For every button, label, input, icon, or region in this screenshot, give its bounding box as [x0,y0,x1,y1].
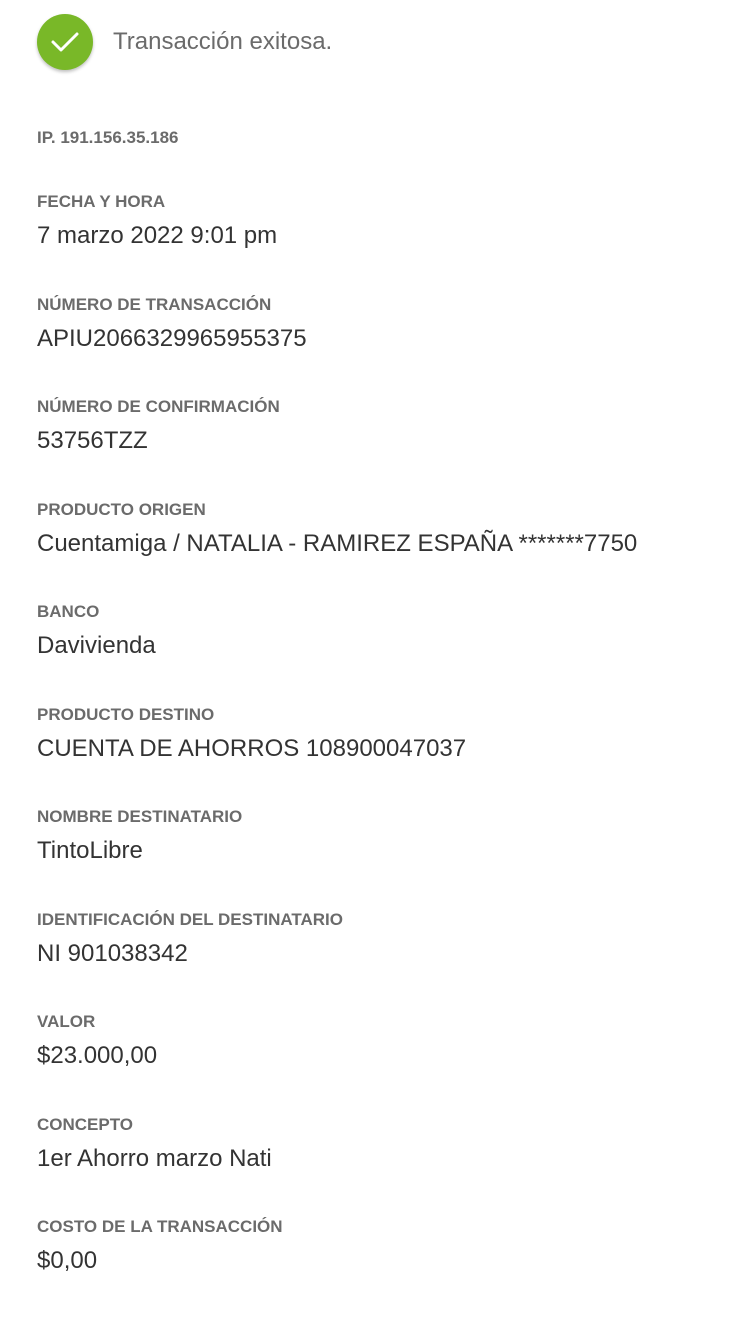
transaction-details: FECHA Y HORA 7 marzo 2022 9:01 pm NÚMERO… [37,192,737,1320]
status-message: Transacción exitosa. [113,28,333,55]
field-source-product: PRODUCTO ORIGEN Cuentamiga / NATALIA - R… [37,500,737,603]
field-value: Davivienda [37,632,156,659]
field-label: FECHA Y HORA [37,192,166,211]
field-value: NI 901038342 [37,939,188,967]
field-concept: CONCEPTO 1er Ahorro marzo Nati [37,1115,737,1218]
field-value: APIU2066329965955375 [37,324,307,352]
field-value: 7 marzo 2022 9:01 pm [37,222,278,249]
field-value: $23.000,00 [37,1042,158,1069]
field-amount: VALOR $23.000,00 [37,1012,737,1115]
field-transaction-number: NÚMERO DE TRANSACCIÓN APIU20663299659553… [37,295,737,398]
field-value: TintoLibre [37,837,143,864]
field-value: 53756TZZ [37,427,148,454]
check-icon [37,14,93,70]
field-label: VALOR [37,1012,96,1031]
field-label: NÚMERO DE TRANSACCIÓN [37,294,272,314]
field-label: PRODUCTO DESTINO [37,704,215,724]
field-label: COSTO DE LA TRANSACCIÓN [37,1217,283,1236]
field-label: CONCEPTO [37,1114,134,1134]
field-value: Cuentamiga / NATALIA - RAMIREZ ESPAÑA **… [37,529,638,557]
field-value: 1er Ahorro marzo Nati [37,1144,272,1172]
field-destination-product: PRODUCTO DESTINO CUENTA DE AHORROS 10890… [37,705,737,808]
field-label: BANCO [37,602,100,621]
field-confirmation-number: NÚMERO DE CONFIRMACIÓN 53756TZZ [37,397,737,500]
field-label: NÚMERO DE CONFIRMACIÓN [37,397,280,416]
field-date-time: FECHA Y HORA 7 marzo 2022 9:01 pm [37,192,737,295]
field-label: IDENTIFICACIÓN DEL DESTINATARIO [37,909,343,929]
field-recipient-id: IDENTIFICACIÓN DEL DESTINATARIO NI 90103… [37,910,737,1013]
field-transaction-cost: COSTO DE LA TRANSACCIÓN $0,00 [37,1217,737,1320]
field-recipient-name: NOMBRE DESTINATARIO TintoLibre [37,807,737,910]
ip-address: IP. 191.156.35.186 [37,128,179,147]
transaction-status: Transacción exitosa. [37,13,332,71]
field-bank: BANCO Davivienda [37,602,737,705]
field-value: $0,00 [37,1247,98,1274]
field-label: PRODUCTO ORIGEN [37,499,206,519]
field-label: NOMBRE DESTINATARIO [37,807,243,826]
field-value: CUENTA DE AHORROS 108900047037 [37,734,467,762]
